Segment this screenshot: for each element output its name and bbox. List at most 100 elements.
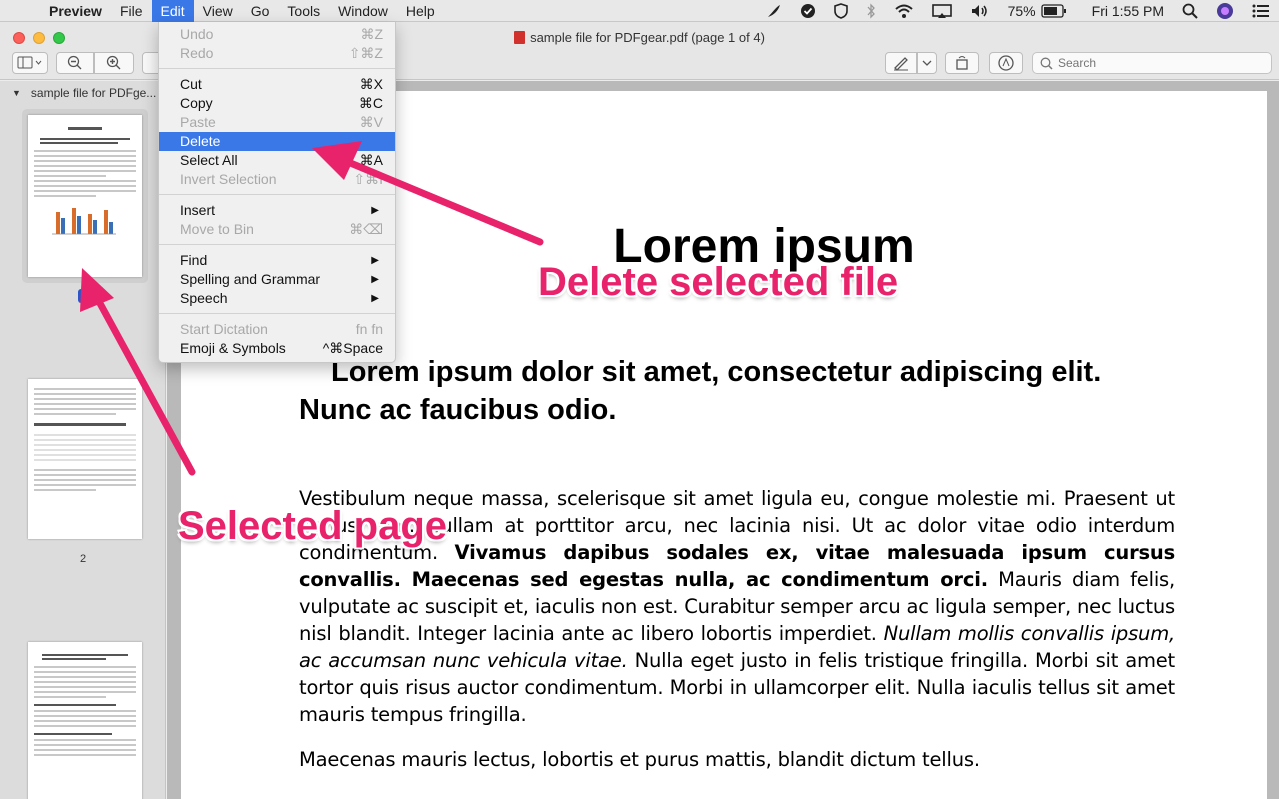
clock[interactable]: Fri 1:55 PM [1092,3,1164,19]
search-icon [1040,57,1053,70]
siri-icon[interactable] [1216,2,1234,20]
page-number-2: 2 [79,553,87,565]
menu-item-copy[interactable]: Copy ⌘C [159,94,395,113]
menu-item-label: Redo [180,45,214,61]
thumb-table-line [34,449,136,451]
menu-item-speech[interactable]: Speech ▶ [159,289,395,308]
menu-item-label: Emoji & Symbols [180,340,286,356]
menu-item-delete[interactable]: Delete [159,132,395,151]
thumb-text-line [34,484,136,486]
menu-item-select-all[interactable]: Select All ⌘A [159,151,395,170]
thumb-chart-icon [52,208,116,235]
thumb-text-line [34,398,136,400]
thumb-text-line [34,413,116,415]
menu-item-find[interactable]: Find ▶ [159,251,395,270]
thumb-text-line [34,696,106,698]
thumb-heading-line [34,423,126,426]
volume-icon[interactable] [970,3,990,19]
thumb-text-line [34,739,136,741]
menu-file[interactable]: File [111,0,152,22]
menu-view[interactable]: View [194,0,242,22]
menu-go[interactable]: Go [242,0,279,22]
bluetooth-icon[interactable] [866,3,876,19]
delete-callout-label: Delete selected file [538,260,899,304]
zoom-out-button[interactable] [56,52,94,74]
sidebar-icon [17,56,42,69]
submenu-arrow-icon: ▶ [371,205,379,216]
thumb-text-line [34,710,136,712]
thumb-text-line [34,393,136,395]
menu-item-shortcut: ⌘V [359,114,383,130]
search-input[interactable] [1058,56,1258,70]
disclosure-triangle-icon[interactable]: ▼ [12,88,21,98]
rotate-button[interactable] [945,52,979,74]
menu-item-paste[interactable]: Paste ⌘V [159,113,395,132]
check-badge-icon[interactable] [800,3,816,19]
pdf-file-icon [514,31,526,44]
menu-item-move-to-bin[interactable]: Move to Bin ⌘⌫ [159,220,395,239]
sidebar-toggle-button[interactable] [12,52,48,74]
thumb-table-line [34,434,136,436]
thumb-text-line [34,754,136,756]
zoom-in-button[interactable] [94,52,134,74]
menu-item-start-dictation[interactable]: Start Dictation fn fn [159,320,395,339]
shield-icon[interactable] [833,3,848,19]
zoom-in-icon [106,55,121,70]
markup-icon [998,55,1014,71]
thumb-table-line [34,454,136,456]
menu-help[interactable]: Help [397,0,444,22]
feather-icon[interactable] [766,3,782,19]
menu-item-shortcut: ⇧⌘Z [348,45,383,61]
thumb-text-line [34,403,136,405]
menu-edit[interactable]: Edit [151,0,194,22]
menu-item-label: Paste [180,114,216,130]
menu-item-spelling-grammar[interactable]: Spelling and Grammar ▶ [159,270,395,289]
menu-item-label: Select All [180,152,238,168]
menu-tools[interactable]: Tools [278,0,329,22]
thumb-table-line [34,439,136,441]
sidebar-header[interactable]: ▼ sample file for PDFge... [0,81,165,105]
menu-item-shortcut: ⌘⌫ [349,221,383,237]
apple-menu-icon[interactable] [0,0,40,22]
document-subtitle: Lorem ipsum dolor sit amet, consectetur … [299,356,1102,426]
thumb-text-line [34,185,136,187]
thumb-text-line [34,388,136,390]
menu-item-label: Cut [180,76,202,92]
thumb-text-line [34,195,96,197]
thumb-sub-line [40,142,118,144]
page-thumbnail-1[interactable] [28,115,142,277]
sidebar-header-label: sample file for PDFge... [30,86,157,100]
menu-item-emoji-symbols[interactable]: Emoji & Symbols ^⌘Space [159,339,395,358]
edit-menu-dropdown: Undo ⌘Z Redo ⇧⌘Z Cut ⌘X Copy ⌘C Paste ⌘V Dele… [158,22,396,363]
markup-pen-button[interactable] [885,52,917,74]
menu-item-insert[interactable]: Insert ▶ [159,201,395,220]
spotlight-icon[interactable] [1182,3,1198,19]
status-area: 75% Fri 1:55 PM [757,0,1279,22]
battery-icon[interactable] [1040,4,1067,18]
menu-item-cut[interactable]: Cut ⌘X [159,75,395,94]
menu-item-undo[interactable]: Undo ⌘Z [159,25,395,44]
menu-item-redo[interactable]: Redo ⇧⌘Z [159,44,395,63]
wifi-icon[interactable] [894,3,914,19]
markup-dropdown-button[interactable] [917,52,937,74]
page-thumbnail-2[interactable] [28,379,142,539]
airplay-icon[interactable] [931,3,952,19]
menu-item-invert-selection[interactable]: Invert Selection ⇧⌘I [159,170,395,189]
thumb-text-line [34,170,136,172]
menu-app-preview[interactable]: Preview [40,0,111,22]
menu-window[interactable]: Window [329,0,397,22]
page-thumbnail-3[interactable] [28,642,142,799]
notification-center-icon[interactable] [1252,3,1270,19]
markup-toolbar-button[interactable] [989,52,1023,74]
battery-percent[interactable]: 75% [1008,3,1036,19]
thumb-text-line [34,175,106,177]
menu-item-label: Delete [180,133,221,149]
pen-icon [894,57,908,71]
thumb-text-line [34,671,136,673]
thumb-text-line [34,749,136,751]
chevron-down-icon [922,60,932,66]
submenu-arrow-icon: ▶ [371,255,379,266]
thumb-text-line [34,676,136,678]
selected-page-badge: 1 [78,289,92,303]
search-field[interactable] [1032,52,1272,74]
